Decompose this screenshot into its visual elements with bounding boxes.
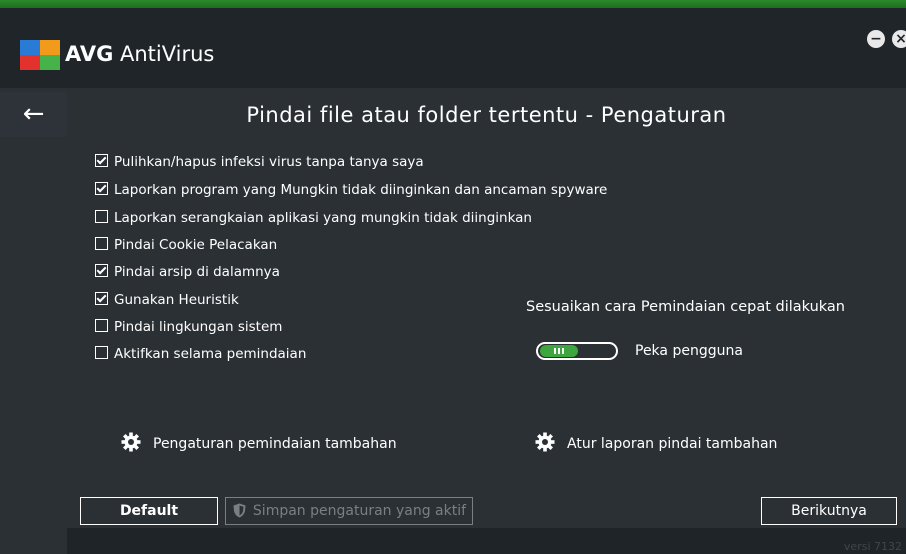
option-enable-during-scan[interactable]: Aktifkan selama pemindaian (95, 345, 306, 363)
app-window: AVG AntiVirus − × ← Pindai file atau fol… (0, 0, 906, 554)
app-title-bold: AVG (65, 42, 114, 66)
option-label: Pindai lingkungan sistem (114, 319, 283, 335)
back-arrow-icon: ← (22, 99, 45, 129)
option-label: Laporkan serangkaian aplikasi yang mungk… (114, 210, 532, 226)
option-label: Laporkan program yang Mungkin tidak diin… (114, 182, 608, 198)
option-checkbox[interactable] (95, 154, 108, 167)
next-button[interactable]: Berikutnya (761, 497, 897, 525)
app-title: AVG AntiVirus (65, 42, 214, 66)
toggle-grip-icon (554, 348, 564, 354)
option-scan-system-environment[interactable]: Pindai lingkungan sistem (95, 318, 282, 336)
option-scan-tracking-cookies[interactable]: Pindai Cookie Pelacakan (95, 236, 277, 254)
left-pane (0, 88, 67, 554)
back-button[interactable]: ← (0, 92, 67, 137)
option-report-pup-set[interactable]: Laporkan serangkaian aplikasi yang mungk… (95, 209, 532, 227)
window-top-accent (0, 0, 906, 8)
gear-icon (535, 432, 555, 452)
option-checkbox[interactable] (95, 264, 108, 277)
option-label: Pindai arsip di dalamnya (114, 264, 280, 280)
additional-scan-reports-label: Atur laporan pindai tambahan (567, 436, 778, 452)
shield-icon (233, 503, 246, 518)
option-scan-archives[interactable]: Pindai arsip di dalamnya (95, 263, 280, 281)
title-bar: AVG AntiVirus − × (0, 8, 906, 88)
app-title-rest: AntiVirus (113, 42, 215, 66)
page-title: Pindai file atau folder tertentu - Penga… (246, 103, 727, 127)
default-button[interactable]: Default (80, 497, 218, 525)
quick-scan-mode-label: Peka pengguna (635, 343, 743, 359)
close-button[interactable]: × (892, 30, 906, 48)
additional-scan-reports-link[interactable]: Atur laporan pindai tambahan (535, 432, 777, 454)
quick-scan-toggle[interactable] (536, 342, 618, 360)
bottom-strip (67, 528, 906, 554)
option-checkbox[interactable] (95, 346, 108, 359)
option-checkbox[interactable] (95, 210, 108, 223)
option-use-heuristics[interactable]: Gunakan Heuristik (95, 291, 239, 309)
option-report-pup-spyware[interactable]: Laporkan program yang Mungkin tidak diin… (95, 181, 607, 199)
option-label: Aktifkan selama pemindaian (114, 346, 307, 362)
option-label: Gunakan Heuristik (114, 292, 239, 308)
toggle-knob[interactable] (540, 345, 578, 357)
minimize-button[interactable]: − (867, 30, 885, 48)
gear-icon (121, 432, 141, 452)
version-label: versi 7132 (843, 540, 902, 553)
additional-scan-settings-link[interactable]: Pengaturan pemindaian tambahan (121, 432, 397, 454)
additional-scan-settings-label: Pengaturan pemindaian tambahan (153, 436, 397, 452)
option-heal-infections[interactable]: Pulihkan/hapus infeksi virus tanpa tanya… (95, 153, 424, 171)
avg-logo-icon (20, 40, 60, 70)
option-checkbox[interactable] (95, 237, 108, 250)
option-checkbox[interactable] (95, 292, 108, 305)
save-active-settings-button[interactable]: Simpan pengaturan yang aktif (225, 497, 473, 525)
quick-scan-title: Sesuaikan cara Pemindaian cepat dilakuka… (526, 299, 845, 315)
option-checkbox[interactable] (95, 182, 108, 195)
option-label: Pindai Cookie Pelacakan (114, 237, 278, 253)
option-checkbox[interactable] (95, 319, 108, 332)
option-label: Pulihkan/hapus infeksi virus tanpa tanya… (114, 154, 424, 170)
save-active-settings-label: Simpan pengaturan yang aktif (252, 503, 467, 519)
